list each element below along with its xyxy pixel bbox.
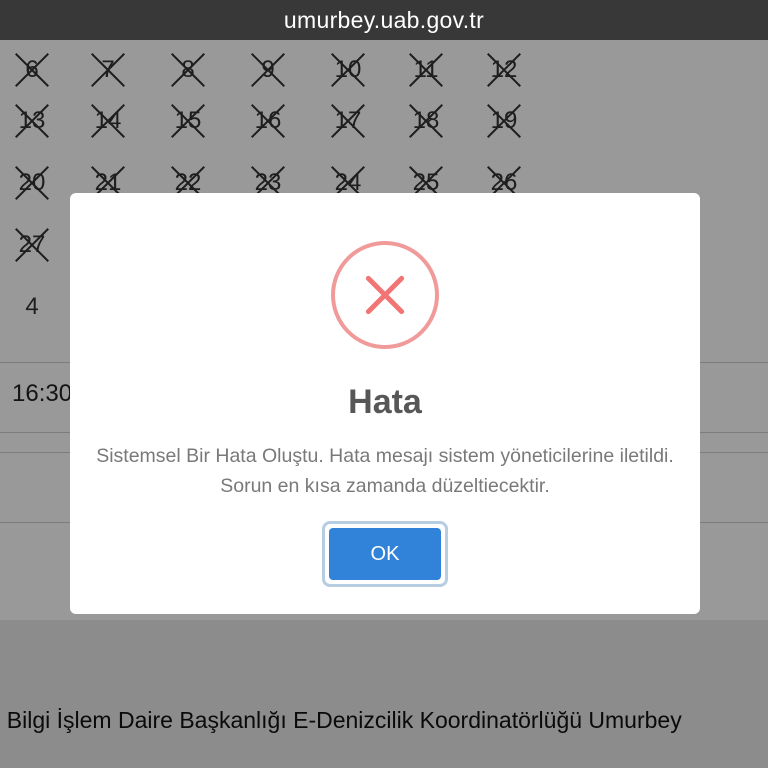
dialog-message: Sistemsel Bir Hata Oluştu. Hata mesajı s… bbox=[96, 445, 674, 497]
ok-button[interactable]: OK bbox=[329, 528, 441, 580]
dialog-title: Hata bbox=[348, 383, 422, 421]
url-text: umurbey.uab.gov.tr bbox=[283, 6, 485, 33]
ok-button-focus-ring: OK bbox=[322, 521, 448, 587]
error-x-icon bbox=[331, 241, 439, 349]
browser-url-bar[interactable]: umurbey.uab.gov.tr bbox=[0, 0, 768, 40]
error-dialog: Hata Sistemsel Bir Hata Oluştu. Hata mes… bbox=[70, 193, 700, 614]
